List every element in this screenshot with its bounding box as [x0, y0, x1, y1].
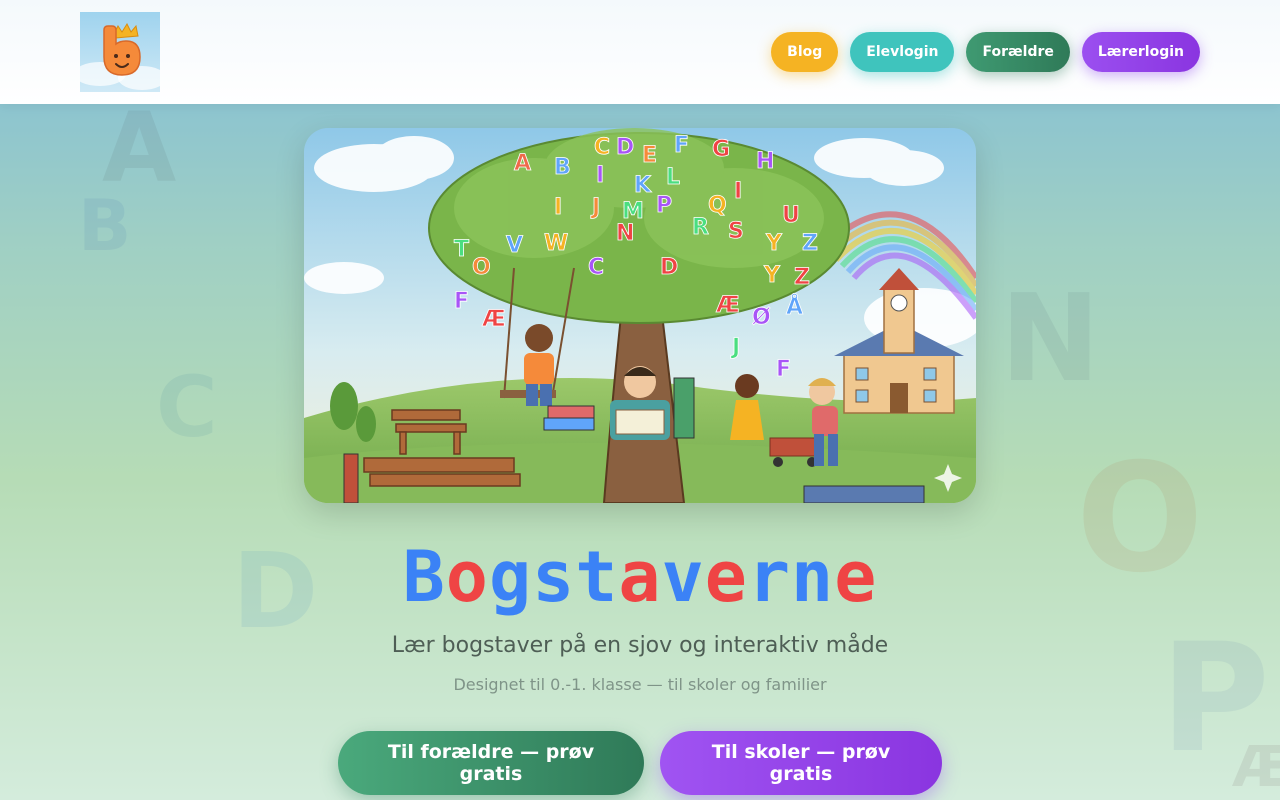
cta-row: Til forældre — prøv gratis Til skoler — …: [338, 731, 942, 795]
subtitle: Lær bogstaver på en sjov og interaktiv m…: [391, 633, 889, 658]
title-letter: v: [661, 536, 705, 618]
bg-letter-n: N: [1000, 270, 1101, 409]
svg-text:F: F: [776, 357, 791, 382]
svg-text:Q: Q: [708, 193, 727, 218]
title-letter: n: [791, 536, 835, 618]
svg-text:Å: Å: [786, 294, 803, 320]
svg-text:G: G: [712, 137, 730, 162]
svg-text:S: S: [728, 219, 744, 244]
logo-icon: [80, 22, 160, 90]
teacher-login-button[interactable]: Lærerlogin: [1081, 32, 1200, 72]
svg-text:K: K: [634, 173, 652, 198]
svg-text:Y: Y: [763, 263, 781, 288]
alphabet-tree-image: A B C D E F G H I K L I J M P Q I U T V …: [304, 128, 976, 503]
tagline: Designet til 0.-1. klasse — til skoler o…: [453, 675, 827, 694]
svg-text:V: V: [506, 233, 523, 258]
svg-text:T: T: [454, 237, 469, 262]
svg-text:Z: Z: [794, 265, 810, 290]
parents-button[interactable]: Forældre: [966, 32, 1070, 72]
bg-letter-c: C: [156, 358, 218, 456]
svg-text:A: A: [514, 151, 531, 176]
page-title: Bogstaverne: [0, 536, 1280, 618]
svg-text:Æ: Æ: [482, 307, 506, 332]
svg-text:U: U: [782, 203, 800, 228]
svg-text:B: B: [554, 155, 571, 180]
title-letter: a: [618, 536, 662, 618]
svg-text:I: I: [734, 179, 742, 204]
svg-text:D: D: [660, 255, 678, 280]
title-letter: e: [834, 536, 878, 618]
student-login-button[interactable]: Elevlogin: [850, 32, 955, 72]
parents-trial-button[interactable]: Til forældre — prøv gratis: [338, 731, 644, 795]
bg-letter-b: B: [78, 185, 132, 267]
logo[interactable]: [80, 12, 160, 92]
blog-button[interactable]: Blog: [771, 32, 839, 72]
svg-text:E: E: [642, 143, 657, 168]
svg-text:J: J: [730, 335, 740, 360]
svg-text:L: L: [666, 165, 680, 190]
svg-text:D: D: [616, 135, 634, 160]
svg-text:C: C: [588, 255, 604, 280]
title-letter: e: [704, 536, 748, 618]
svg-text:Z: Z: [802, 231, 818, 256]
title-letter: r: [747, 536, 792, 618]
svg-text:Æ: Æ: [716, 293, 740, 318]
main-nav: Blog Elevlogin Forældre Lærerlogin: [771, 32, 1200, 72]
svg-text:F: F: [454, 289, 469, 314]
hero-illustration: A B C D E F G H I K L I J M P Q I U T V …: [304, 128, 976, 503]
svg-text:I: I: [554, 195, 562, 220]
svg-text:O: O: [472, 255, 491, 280]
svg-text:N: N: [616, 221, 634, 246]
svg-text:P: P: [656, 193, 672, 218]
bg-letter-ae: Æ: [1232, 735, 1280, 800]
svg-text:W: W: [544, 231, 568, 256]
site-header: Blog Elevlogin Forældre Lærerlogin: [0, 0, 1280, 104]
title-letter: g: [488, 536, 533, 618]
title-letter: B: [402, 536, 446, 618]
title-letter: o: [445, 536, 489, 618]
svg-text:F: F: [674, 133, 689, 158]
svg-text:Ø: Ø: [752, 305, 771, 330]
svg-text:Y: Y: [765, 231, 783, 256]
schools-trial-button[interactable]: Til skoler — prøv gratis: [660, 731, 942, 795]
svg-text:C: C: [594, 135, 610, 160]
svg-text:I: I: [596, 163, 604, 188]
title-letter: t: [575, 536, 619, 618]
title-letter: s: [532, 536, 576, 618]
svg-text:R: R: [692, 215, 709, 240]
svg-text:J: J: [590, 195, 600, 220]
svg-text:H: H: [756, 149, 774, 174]
